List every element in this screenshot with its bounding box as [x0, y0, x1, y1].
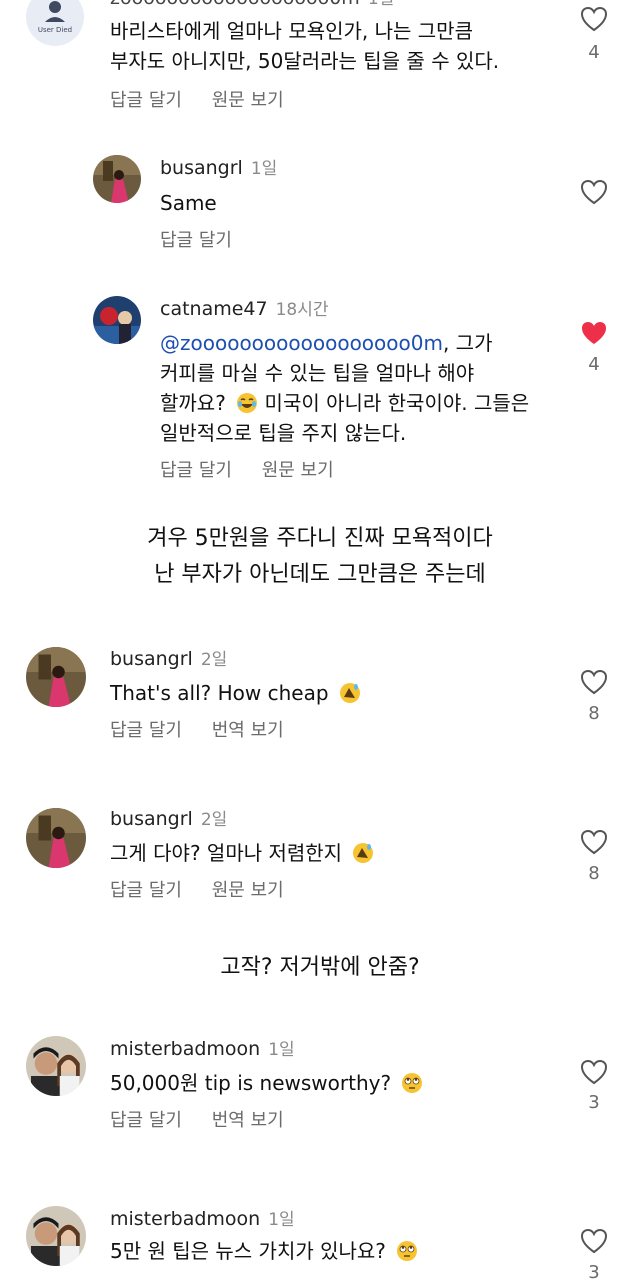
comment-text: @zoooooooooooooooooo0m, 그가 커피를 마실 수 있는 팁… — [160, 331, 530, 445]
reply-button[interactable]: 답글 달기 — [110, 720, 182, 741]
view-original-button[interactable]: 원문 보기 — [212, 880, 284, 901]
view-translation-button[interactable]: 번역 보기 — [212, 1110, 284, 1131]
reply-button[interactable]: 답글 달기 — [160, 460, 232, 481]
comment-actions: 답글 달기 원문 보기 — [110, 86, 308, 112]
comment-time: 1일 — [368, 0, 394, 9]
comment-time: 1일 — [268, 1040, 295, 1060]
comment-actions: 답글 달기 원문 보기 — [110, 876, 308, 902]
heart-icon[interactable] — [580, 1059, 608, 1085]
eye-roll-emoji-icon — [397, 1241, 418, 1261]
comment-text: That's all? How cheap — [110, 678, 361, 708]
comment-actions: 답글 달기 — [160, 226, 256, 252]
comment-username[interactable]: misterbadmoon 1일 — [110, 1205, 295, 1230]
avatar-label: User Died — [37, 26, 73, 34]
comment-actions: 답글 달기 원문 보기 — [160, 456, 358, 482]
liked-heart-icon[interactable] — [580, 320, 608, 346]
comment-username[interactable]: catname47 18시간 — [160, 295, 329, 320]
rolling-laughing-emoji-icon — [353, 843, 374, 863]
comment-username[interactable]: zoooooooooooooooooo0m1일 — [110, 0, 394, 9]
eye-roll-emoji-icon — [402, 1073, 423, 1093]
avatar[interactable] — [26, 1206, 86, 1266]
comment-username[interactable]: busangrl 2일 — [110, 645, 227, 670]
comment-time: 2일 — [200, 650, 228, 670]
default-user-icon — [45, 1, 65, 22]
comment-time: 18시간 — [275, 300, 329, 320]
comment-text: 50,000원 tip is newsworthy? — [110, 1068, 423, 1098]
like-count: 4 — [588, 354, 600, 375]
comment-actions: 답글 달기 번역 보기 — [110, 1106, 308, 1132]
reply-button[interactable]: 답글 달기 — [160, 230, 232, 251]
view-original-button[interactable]: 원문 보기 — [262, 460, 334, 481]
heart-icon[interactable] — [580, 6, 608, 32]
comment-time: 2일 — [200, 810, 228, 830]
comment-actions: 답글 달기 번역 보기 — [110, 716, 308, 742]
translation-caption: 고작? 저거밖에 안줌? — [220, 955, 420, 980]
heart-icon[interactable] — [580, 1228, 608, 1254]
avatar[interactable] — [26, 808, 86, 868]
avatar[interactable] — [93, 155, 141, 203]
comments-page: User Died zoooooooooooooooooo0m1일 바리스타에게… — [0, 0, 640, 1280]
avatar[interactable]: User Died — [26, 0, 84, 46]
comment-text: 바리스타에게 얼마나 모욕인가, 나는 그만큼 부자도 아니지만, 50달러라는… — [110, 19, 500, 73]
heart-icon[interactable] — [580, 829, 608, 855]
laughing-emoji-icon — [237, 393, 258, 413]
avatar[interactable] — [26, 647, 86, 707]
view-original-button[interactable]: 원문 보기 — [212, 90, 284, 111]
avatar[interactable] — [93, 296, 141, 344]
like-count: 3 — [588, 1262, 600, 1280]
heart-icon[interactable] — [580, 669, 608, 695]
comment-text: 그게 다야? 얼마나 저렴한지 — [110, 838, 374, 868]
reply-button[interactable]: 답글 달기 — [110, 90, 182, 111]
comment-text: Same — [160, 191, 217, 215]
rolling-laughing-emoji-icon — [339, 683, 360, 703]
avatar[interactable] — [26, 1036, 86, 1096]
user-mention[interactable]: @zoooooooooooooooooo0m — [160, 331, 443, 355]
comment-username[interactable]: misterbadmoon 1일 — [110, 1035, 295, 1060]
like-count: 4 — [588, 42, 600, 63]
comment-username[interactable]: busangrl 2일 — [110, 805, 227, 830]
view-translation-button[interactable]: 번역 보기 — [212, 720, 284, 741]
reply-button[interactable]: 답글 달기 — [110, 880, 182, 901]
like-count: 3 — [588, 1092, 600, 1113]
comment-text: 5만 원 팁은 뉴스 가치가 있나요? — [110, 1236, 418, 1266]
like-count: 8 — [588, 703, 600, 724]
comment-username[interactable]: busangrl 1일 — [160, 154, 277, 179]
comment-time: 1일 — [250, 159, 278, 179]
reply-button[interactable]: 답글 달기 — [110, 1110, 182, 1131]
heart-icon[interactable] — [580, 179, 608, 205]
translation-caption: 겨우 5만원을 주다니 진짜 모욕적이다 난 부자가 아닌데도 그만큼은 주는데 — [147, 526, 493, 587]
comment-time: 1일 — [268, 1210, 295, 1230]
like-count: 8 — [588, 863, 600, 884]
